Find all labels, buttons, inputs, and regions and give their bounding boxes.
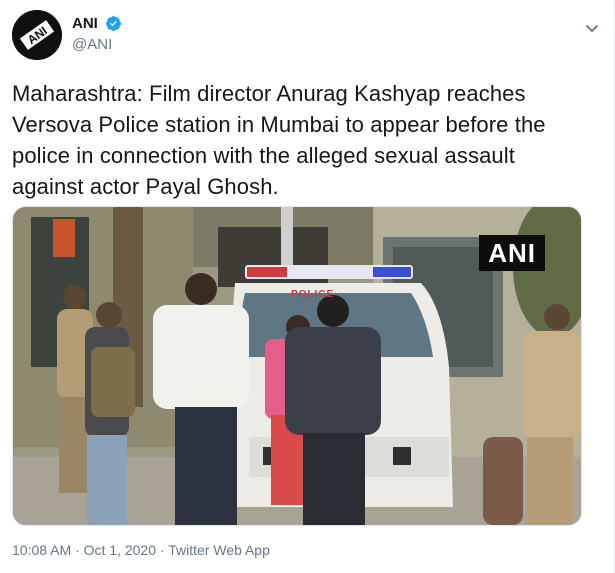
vehicle-label: POLICE bbox=[291, 289, 335, 300]
tweet-text: Maharashtra: Film director Anurag Kashya… bbox=[12, 81, 546, 199]
tweet-media-photo[interactable]: POLICE ANI bbox=[12, 206, 582, 526]
avatar[interactable]: ANI bbox=[12, 10, 62, 60]
verified-badge-icon bbox=[105, 15, 122, 32]
tweet-source-app[interactable]: Twitter Web App bbox=[168, 542, 270, 558]
meta-separator: · bbox=[156, 542, 169, 558]
author-display-name[interactable]: ANI bbox=[72, 15, 98, 32]
tweet-meta: 10:08 AM · Oct 1, 2020 · Twitter Web App bbox=[12, 542, 270, 558]
tweet-date[interactable]: Oct 1, 2020 bbox=[84, 542, 156, 558]
ani-watermark: ANI bbox=[479, 235, 545, 271]
tweet-card: ANI ANI @ANI Maharashtra: Film director … bbox=[0, 0, 615, 573]
meta-separator: · bbox=[71, 542, 84, 558]
tweet-header: ANI ANI @ANI bbox=[12, 10, 602, 62]
chevron-down-icon[interactable] bbox=[582, 18, 602, 38]
ani-logo-avatar: ANI bbox=[12, 10, 62, 60]
author-handle[interactable]: @ANI bbox=[72, 36, 122, 53]
tweet-time[interactable]: 10:08 AM bbox=[12, 542, 71, 558]
author-names: ANI @ANI bbox=[72, 15, 122, 53]
